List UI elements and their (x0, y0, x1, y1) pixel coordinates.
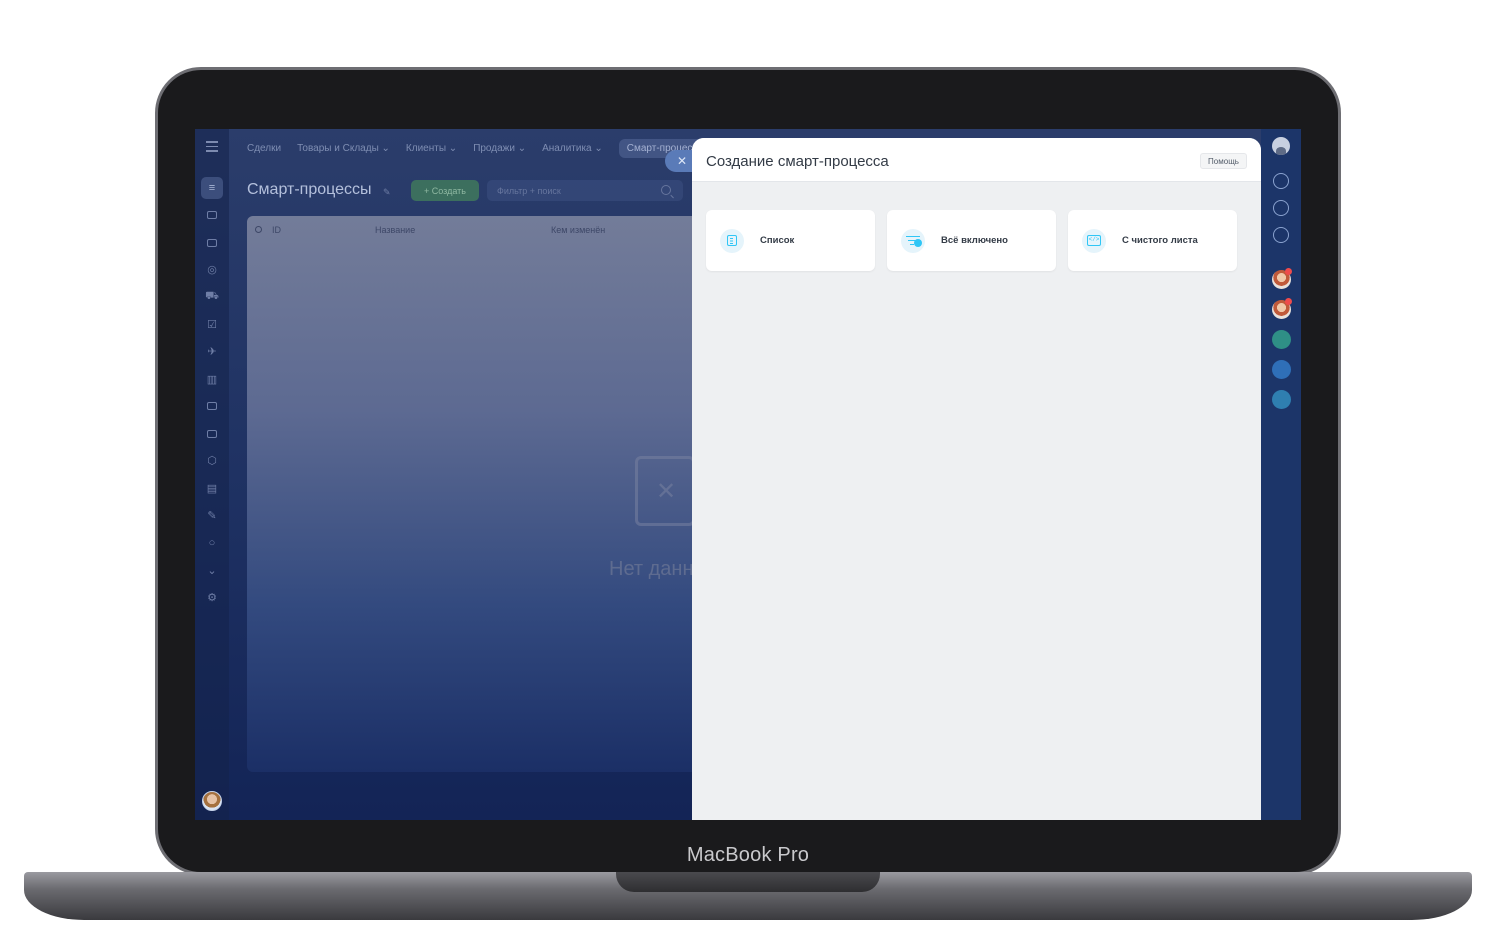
empty-state-icon (635, 456, 695, 526)
gear-icon[interactable] (255, 226, 262, 233)
sidebar-box-icon[interactable]: ⬡ (201, 450, 223, 472)
search-icon[interactable] (661, 185, 671, 195)
help-button[interactable]: Помощь (1200, 153, 1247, 169)
page-title: Смарт-процессы (247, 181, 372, 198)
sidebar-tasks-icon[interactable]: ☑ (201, 313, 223, 335)
sidebar-cart-icon[interactable]: ⛟ (201, 286, 223, 308)
nav-item-clients[interactable]: Клиенты ⌄ (406, 143, 457, 154)
chat-search-icon[interactable] (1273, 227, 1289, 243)
nav-item-sales[interactable]: Продажи ⌄ (473, 143, 526, 154)
chevron-down-icon[interactable]: ⌄ (201, 559, 223, 581)
notification-badge (1285, 268, 1292, 275)
create-smart-process-slider: Создание смарт-процесса Помощь Список Вс… (692, 138, 1261, 820)
sidebar-filter-icon[interactable]: ≡ (201, 177, 223, 199)
group-chat-icon[interactable] (1272, 330, 1291, 349)
template-card-all-inclusive[interactable]: Всё включено (887, 210, 1056, 271)
hamburger-menu-icon[interactable] (206, 141, 218, 152)
column-header-id[interactable]: ID (272, 225, 281, 235)
sidebar-target-icon[interactable]: ◎ (201, 259, 223, 281)
filter-check-icon (901, 228, 925, 253)
grid-header: ID Название Кем изменён (247, 224, 707, 240)
pin-icon[interactable]: ✎ (383, 187, 393, 197)
data-grid: ID Название Кем изменён Нет данных (247, 216, 718, 772)
filter-search-input[interactable] (487, 180, 683, 201)
slider-header: Создание смарт-процесса Помощь (692, 138, 1261, 182)
at-icon[interactable] (1273, 200, 1289, 216)
bookmark-icon[interactable] (1272, 360, 1291, 379)
user-avatar[interactable] (202, 791, 222, 811)
sidebar-messages-icon[interactable] (201, 395, 223, 417)
laptop-notch (616, 872, 880, 892)
notification-badge (1285, 298, 1292, 305)
sidebar-storage-icon[interactable] (201, 423, 223, 445)
template-cards: Список Всё включено </> С чистого листа (706, 210, 1237, 271)
template-card-from-scratch[interactable]: </> С чистого листа (1068, 210, 1237, 271)
nav-item-analytics[interactable]: Аналитика ⌄ (542, 143, 603, 154)
sidebar-document-icon[interactable]: ▤ (201, 477, 223, 499)
nav-item-deals[interactable]: Сделки (247, 143, 281, 154)
close-slider-button[interactable]: ✕ (665, 150, 695, 172)
list-icon (720, 228, 744, 253)
left-sidebar: ≡ ◎ ⛟ ☑ ✈ ▥ ⬡ ▤ ✎ ○ ⌄ ⚙ (195, 129, 229, 820)
sidebar-inbox-icon[interactable] (201, 232, 223, 254)
screen: ≡ ◎ ⛟ ☑ ✈ ▥ ⬡ ▤ ✎ ○ ⌄ ⚙ Сделки Товары и … (195, 129, 1301, 820)
device-label: MacBook Pro (686, 844, 810, 866)
slider-title: Создание смарт-процесса (706, 153, 889, 170)
top-navigation: Сделки Товары и Склады ⌄ Клиенты ⌄ Прода… (247, 137, 713, 159)
template-card-label: Список (760, 235, 795, 246)
sidebar-circle-icon[interactable]: ○ (201, 532, 223, 554)
bell-icon[interactable] (1273, 173, 1289, 189)
sidebar-sign-icon[interactable]: ✎ (201, 505, 223, 527)
message-icon[interactable] (1272, 390, 1291, 409)
sidebar-analytics-icon[interactable]: ▥ (201, 368, 223, 390)
nav-item-products[interactable]: Товары и Склады ⌄ (297, 143, 390, 154)
column-header-modified-by[interactable]: Кем изменён (551, 225, 605, 235)
column-header-name[interactable]: Название (375, 225, 415, 235)
template-card-label: Всё включено (941, 235, 1008, 246)
profile-icon[interactable] (1272, 137, 1290, 155)
right-bar (1261, 129, 1301, 820)
template-card-list[interactable]: Список (706, 210, 875, 271)
sidebar-calendar-icon[interactable] (201, 204, 223, 226)
sidebar-icon-list: ≡ ◎ ⛟ ☑ ✈ ▥ ⬡ ▤ ✎ ○ ⌄ ⚙ (201, 177, 223, 614)
template-card-label: С чистого листа (1122, 235, 1198, 246)
create-button[interactable]: + Создать (411, 180, 479, 201)
code-icon: </> (1082, 228, 1106, 253)
sidebar-rocket-icon[interactable]: ✈ (201, 341, 223, 363)
sidebar-settings-icon[interactable]: ⚙ (201, 586, 223, 608)
